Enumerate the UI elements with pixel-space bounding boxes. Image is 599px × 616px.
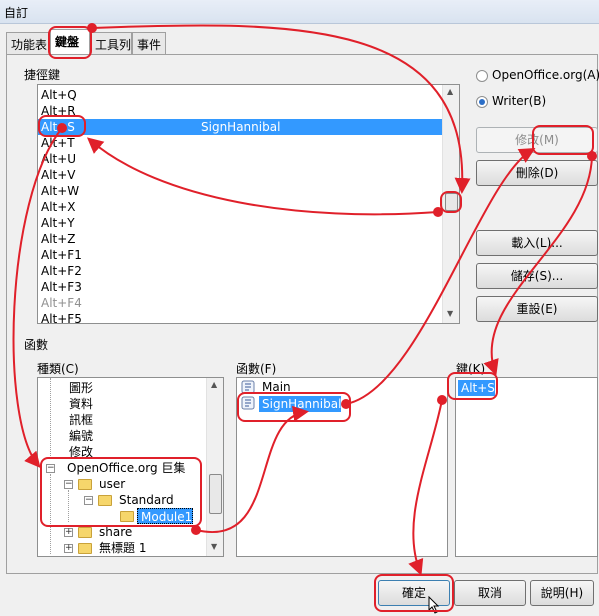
annotation-arrows bbox=[12, 23, 597, 576]
